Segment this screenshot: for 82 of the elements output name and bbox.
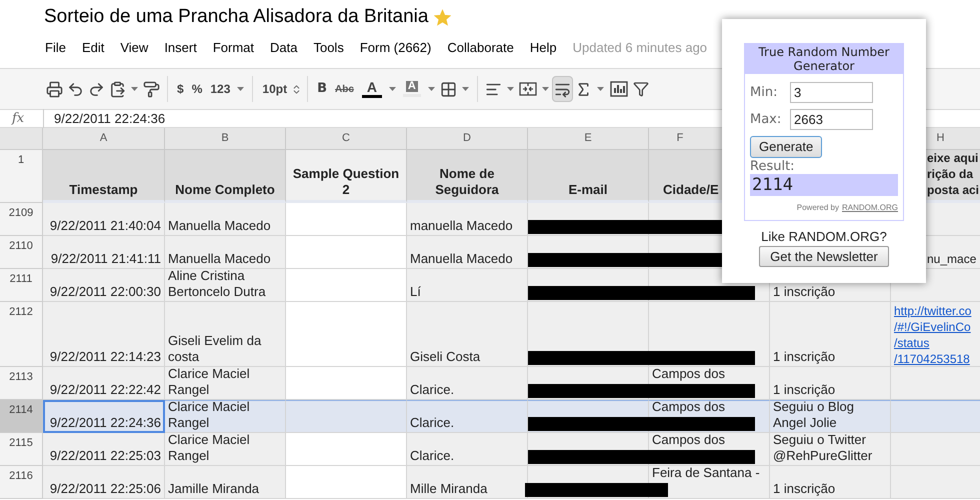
table-cell: 9/22/2011 22:25:06 bbox=[43, 466, 165, 499]
table-cell: Giseli Evelim da costa bbox=[165, 302, 286, 367]
toolbar-button[interactable]: B bbox=[313, 76, 331, 102]
menu-item[interactable]: File bbox=[45, 38, 66, 58]
menu-item[interactable]: Collaborate bbox=[447, 38, 514, 58]
table-cell: 9/22/2011 22:14:23 bbox=[43, 302, 165, 367]
column-heading: Timestamp bbox=[43, 150, 165, 203]
row-header[interactable]: 1 bbox=[0, 150, 43, 203]
row-header[interactable]: 2112 bbox=[0, 302, 43, 367]
table-cell: 1 inscrição bbox=[770, 466, 891, 499]
menu-item[interactable]: Insert bbox=[164, 38, 197, 58]
generate-button[interactable]: Generate bbox=[750, 136, 822, 158]
table-cell: Clarice. bbox=[407, 367, 528, 400]
table-cell: 9/22/2011 21:41:11 bbox=[43, 236, 165, 269]
table-cell: Jamille Miranda bbox=[165, 466, 286, 499]
table-cell: Clarice. bbox=[407, 400, 528, 433]
menu-item[interactable]: Data bbox=[270, 38, 298, 58]
table-cell: 9/22/2011 22:24:36 bbox=[43, 400, 165, 433]
table-cell: Clarice. bbox=[407, 433, 528, 466]
table-cell: Seguiu o Blog Angel Jolie bbox=[770, 400, 891, 433]
min-label: Min: bbox=[750, 84, 778, 102]
max-label: Max: bbox=[750, 110, 782, 129]
random-org-link[interactable]: RANDOM.ORG bbox=[842, 202, 898, 214]
column-header[interactable]: E bbox=[528, 128, 649, 150]
table-cell: Clarice Maciel Rangel bbox=[165, 433, 286, 466]
toolbar-button[interactable]: $ bbox=[173, 76, 188, 102]
table-cell: Lí bbox=[407, 269, 528, 302]
table-cell: 9/22/2011 22:25:03 bbox=[43, 433, 165, 466]
generator-title: True Random Number Generator bbox=[745, 44, 903, 74]
table-cell: Aline Cristina Bertoncelo Dutra bbox=[165, 269, 286, 302]
result-value: 2114 bbox=[750, 174, 898, 196]
formula-label: fx bbox=[10, 110, 26, 128]
row-header[interactable]: 2115 bbox=[0, 433, 43, 466]
table-cell: 9/22/2011 22:00:30 bbox=[43, 269, 165, 302]
fill-color-button[interactable]: A bbox=[398, 76, 425, 102]
table-cell: 9/22/2011 21:40:04 bbox=[43, 203, 165, 236]
column-header[interactable]: B bbox=[165, 128, 286, 150]
table-cell: Clarice Maciel Rangel bbox=[165, 367, 286, 400]
max-field[interactable]: 2663 bbox=[790, 109, 873, 130]
row-header[interactable]: 2113 bbox=[0, 367, 43, 400]
table-cell: manuella Macedo bbox=[407, 203, 528, 236]
row-header[interactable]: 2116 bbox=[0, 466, 43, 499]
row-header[interactable]: 2109 bbox=[0, 203, 43, 236]
menu-item[interactable]: Tools bbox=[313, 38, 344, 58]
menu-item[interactable]: Form (2662) bbox=[360, 38, 432, 58]
min-field[interactable]: 3 bbox=[790, 82, 873, 103]
table-cell: Manuella Macedo bbox=[165, 203, 286, 236]
menu-item[interactable]: View bbox=[120, 38, 148, 58]
column-heading: Nome Completo bbox=[165, 150, 286, 203]
row-header[interactable]: 2114 bbox=[0, 400, 43, 433]
table-cell: Mille Miranda bbox=[407, 466, 528, 499]
twitter-link[interactable]: http://twitter.co /#!/GiEvelinCo /status /11704253518 bbox=[894, 302, 972, 367]
table-cell: Clarice Maciel Rangel bbox=[165, 400, 286, 433]
promo-text: Like RANDOM.ORG? bbox=[761, 229, 887, 244]
table-cell: Seguiu o Twitter @RehPureGlitter bbox=[770, 433, 891, 466]
last-edit-status: Updated 6 minutes ago bbox=[572, 39, 708, 58]
table-cell: 9/22/2011 22:22:42 bbox=[43, 367, 165, 400]
row-header[interactable]: 2110 bbox=[0, 236, 43, 269]
table-cell: Manuella Macedo bbox=[407, 236, 528, 269]
newsletter-button[interactable]: Get the Newsletter bbox=[759, 246, 889, 267]
column-heading: E-mail bbox=[528, 150, 649, 203]
menu-item[interactable]: Format bbox=[212, 38, 254, 58]
menu-item[interactable]: Edit bbox=[82, 38, 104, 58]
powered-by-text: Powered by bbox=[796, 202, 839, 214]
document-title: Sorteio de uma Prancha Alisadora da Britania bbox=[44, 4, 428, 29]
toolbar-button[interactable]: % bbox=[188, 76, 206, 102]
column-header[interactable]: C bbox=[286, 128, 407, 150]
row-header[interactable]: 2111 bbox=[0, 269, 43, 302]
column-heading: Sample Question 2 bbox=[286, 150, 407, 203]
toolbar-button[interactable]: 10pt bbox=[258, 76, 292, 102]
column-header[interactable]: D bbox=[407, 128, 528, 150]
menu-item[interactable]: Help bbox=[530, 38, 557, 58]
table-cell: Feira de Santana - bbox=[649, 466, 770, 499]
table-cell: Manuella Macedo bbox=[165, 236, 286, 269]
text-color-button[interactable]: A bbox=[358, 76, 386, 102]
column-header[interactable]: A bbox=[43, 128, 165, 150]
toolbar-button[interactable]: 123 bbox=[206, 76, 234, 102]
strikethrough-button[interactable]: Abc bbox=[331, 76, 358, 102]
table-cell: 1 inscrição bbox=[770, 302, 891, 367]
table-cell: Giseli Costa bbox=[407, 302, 528, 367]
table-cell: 1 inscrição bbox=[770, 367, 891, 400]
column-heading: Nome de Seguidora bbox=[407, 150, 528, 203]
